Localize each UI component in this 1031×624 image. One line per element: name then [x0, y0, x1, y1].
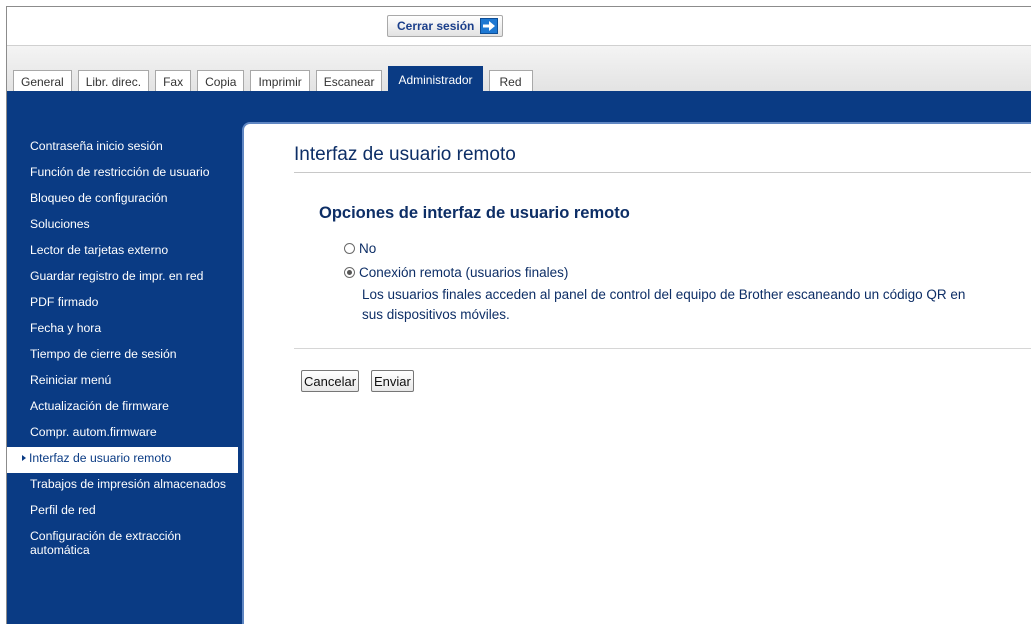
- sidebar-item-label: Tiempo de cierre de sesión: [30, 347, 177, 361]
- sidebar-item-reset-menu[interactable]: Reiniciar menú: [7, 369, 238, 395]
- sidebar-item-remote-ui[interactable]: Interfaz de usuario remoto: [7, 447, 238, 473]
- sidebar-item-label: Compr. autom.firmware: [30, 425, 157, 439]
- logout-button[interactable]: Cerrar sesión: [387, 15, 504, 37]
- sidebar-item-label: Bloqueo de configuración: [30, 191, 168, 205]
- title-divider: [294, 172, 1031, 173]
- sidebar-item-label: Soluciones: [30, 217, 90, 231]
- sidebar-item-label: Reiniciar menú: [30, 373, 112, 387]
- sidebar-item-auto-firmware-check[interactable]: Compr. autom.firmware: [7, 421, 238, 447]
- sidebar-item-label: Función de restricción de usuario: [30, 165, 210, 179]
- sidebar-item-solutions[interactable]: Soluciones: [7, 213, 238, 239]
- option-remote-connection-label: Conexión remota (usuarios finales): [359, 265, 569, 280]
- content-area: Interfaz de usuario remoto Opciones de i…: [238, 115, 1031, 624]
- sidebar-item-label: Fecha y hora: [30, 321, 102, 335]
- submit-button[interactable]: Enviar: [371, 370, 414, 392]
- option-remote-connection[interactable]: Conexión remota (usuarios finales): [344, 265, 568, 280]
- option-no-label: No: [359, 241, 377, 256]
- top-bar: Cerrar sesión: [7, 7, 1031, 45]
- cancel-button[interactable]: Cancelar: [301, 370, 360, 392]
- sidebar-item-external-card-reader[interactable]: Lector de tarjetas externo: [7, 239, 238, 265]
- radio-no[interactable]: [344, 243, 355, 254]
- sidebar-item-label: Contraseña inicio sesión: [30, 139, 163, 153]
- browser-frame: Cerrar sesión General Libr. direc. Fax C…: [6, 6, 1031, 624]
- sidebar-menu: Contraseña inicio sesión Función de rest…: [7, 135, 238, 565]
- arrow-right-icon: [480, 18, 499, 34]
- sidebar-item-label: Actualización de firmware: [30, 399, 169, 413]
- option-description: Los usuarios finales acceden al panel de…: [362, 287, 966, 322]
- form-divider: [294, 348, 1031, 349]
- page-title: Interfaz de usuario remoto: [294, 144, 516, 165]
- sidebar-item-label: Trabajos de impresión almacenados: [30, 477, 227, 491]
- triangle-right-icon: [22, 455, 26, 461]
- tab-print[interactable]: Imprimir: [250, 70, 310, 92]
- tab-general[interactable]: General: [13, 70, 72, 92]
- radio-remote-connection[interactable]: [344, 267, 355, 278]
- sidebar-item-stored-print-jobs[interactable]: Trabajos de impresión almacenados: [7, 473, 238, 499]
- tab-network[interactable]: Red: [488, 70, 533, 92]
- sidebar-item-auto-extraction[interactable]: Configuración de extracción automática: [7, 525, 238, 565]
- sidebar-item-network-profile[interactable]: Perfil de red: [7, 499, 238, 525]
- sidebar: Contraseña inicio sesión Función de rest…: [7, 115, 238, 624]
- main-panel: Interfaz de usuario remoto Opciones de i…: [242, 122, 1031, 624]
- main-tabs: General Libr. direc. Fax Copia Imprimir …: [13, 66, 533, 92]
- sidebar-item-login-password[interactable]: Contraseña inicio sesión: [7, 135, 238, 161]
- tab-administrator[interactable]: Administrador: [388, 66, 483, 92]
- sidebar-item-logout-time[interactable]: Tiempo de cierre de sesión: [7, 343, 238, 369]
- tab-strip: General Libr. direc. Fax Copia Imprimir …: [7, 45, 1031, 92]
- sidebar-item-store-print-log[interactable]: Guardar registro de impr. en red: [7, 265, 238, 291]
- sidebar-item-firmware-update[interactable]: Actualización de firmware: [7, 395, 238, 421]
- sidebar-item-setting-lock[interactable]: Bloqueo de configuración: [7, 187, 238, 213]
- sidebar-item-label: Perfil de red: [30, 503, 96, 517]
- sidebar-item-signed-pdf[interactable]: PDF firmado: [7, 291, 238, 317]
- sidebar-item-label: Lector de tarjetas externo: [30, 243, 169, 257]
- tab-copy[interactable]: Copia: [197, 70, 245, 92]
- option-no[interactable]: No: [344, 241, 376, 256]
- tab-fax[interactable]: Fax: [155, 70, 192, 92]
- logout-label: Cerrar sesión: [397, 19, 475, 33]
- sidebar-item-label: PDF firmado: [30, 295, 99, 309]
- nav-bar: [7, 91, 1031, 115]
- tab-scan[interactable]: Escanear: [315, 70, 383, 92]
- sidebar-item-label: Guardar registro de impr. en red: [30, 269, 204, 283]
- sidebar-item-label: Interfaz de usuario remoto: [29, 451, 172, 465]
- sidebar-item-user-restriction[interactable]: Función de restricción de usuario: [7, 161, 238, 187]
- sidebar-item-label: Configuración de extracción automática: [30, 529, 182, 557]
- tab-address-book[interactable]: Libr. direc.: [77, 70, 150, 92]
- sidebar-item-date-time[interactable]: Fecha y hora: [7, 317, 238, 343]
- section-title: Opciones de interfaz de usuario remoto: [319, 204, 630, 222]
